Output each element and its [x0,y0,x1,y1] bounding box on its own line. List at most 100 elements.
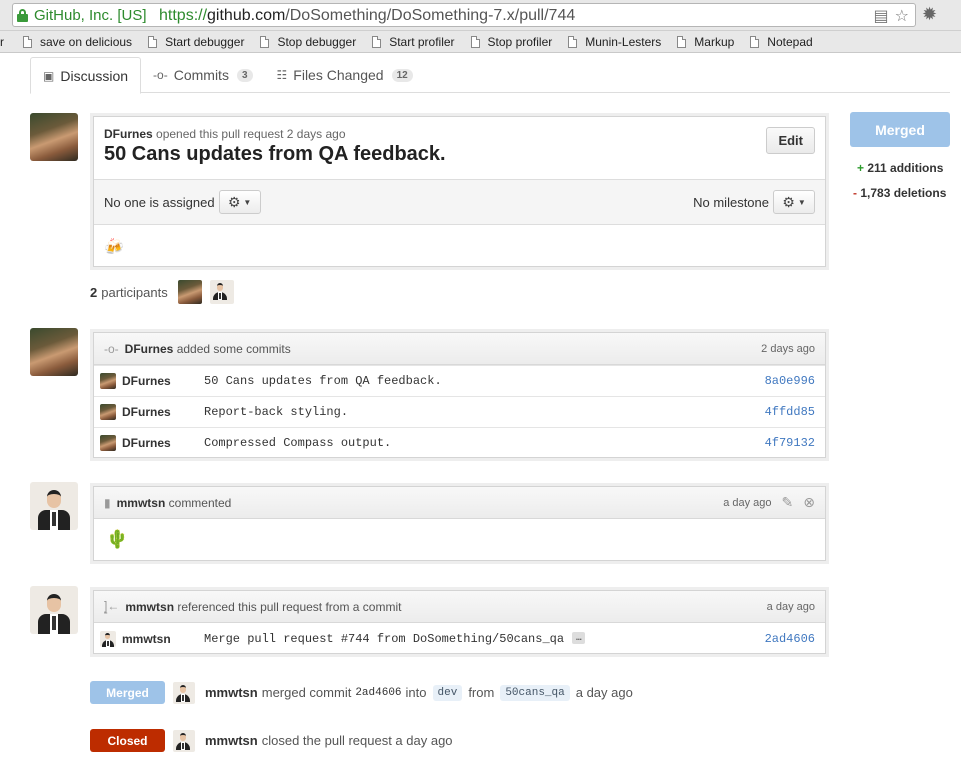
pr-title: 50 Cans updates from QA feedback. [104,143,446,165]
avatar[interactable] [173,729,195,752]
beers-emoji: 🍻 [104,239,124,256]
assignee-text: No one is assigned [104,194,215,210]
participants-count: 2 [90,284,98,300]
cross-reference-icon: ⦌← [104,599,120,613]
close-author[interactable]: mmwtsn [205,733,258,748]
page-icon [260,35,270,48]
commit-message[interactable]: Report-back styling. [204,405,765,419]
bookmark-item[interactable]: Start debugger [148,35,244,49]
avatar[interactable] [30,482,78,530]
comment-box: ▮ mmwtsn commented a day ago ✎ ⊗ 🌵 [93,486,826,561]
ssl-indicator[interactable]: GitHub, Inc. [US] [17,6,147,24]
page-action-icon[interactable]: ▤ [874,6,889,26]
chevron-down-icon: ▼ [243,197,252,207]
gear-icon: ⚙ [227,193,241,210]
star-icon[interactable]: ☆ [895,6,909,26]
target-branch[interactable]: dev [432,684,463,701]
gear-icon: ⚙ [782,193,795,210]
avatar [100,435,116,451]
page-icon [372,35,382,48]
bookmark-item[interactable]: Markup [677,35,734,49]
table-row: DFurnes 50 Cans updates from QA feedback… [94,365,825,396]
commit-message[interactable]: Compressed Compass output. [204,436,765,450]
comment-time[interactable]: a day ago [723,497,771,509]
source-branch[interactable]: 50cans_qa [500,684,570,701]
event-time: 2 days ago [761,342,815,355]
commit-sha-link[interactable]: 8a0e996 [765,374,815,388]
avatar[interactable] [173,681,195,704]
avatar[interactable] [30,113,78,161]
pr-author[interactable]: DFurnes [104,127,153,141]
url-text[interactable]: https://github.com/DoSomething/DoSomethi… [159,7,575,25]
close-event: Closed mmwtsn closed the pull request a … [90,729,453,752]
reference-author[interactable]: mmwtsn [125,600,174,614]
pencil-icon[interactable]: ✎ [782,494,794,511]
lock-icon [17,8,28,22]
ssl-label: GitHub, Inc. [US] [34,6,147,24]
commits-counter: 3 [236,68,253,82]
tab-files-changed[interactable]: ☷ Files Changed 12 [265,57,425,93]
edit-button[interactable]: Edit [766,127,815,154]
bookmark-item[interactable]: Start profiler [372,35,455,49]
avatar[interactable] [177,280,202,304]
avatar[interactable] [209,280,234,304]
page-icon [568,35,578,48]
commits-event-box: -o- DFurnes added some commits 2 days ag… [93,332,826,458]
commit-message: Merge pull request #744 from DoSomething… [204,632,765,646]
merged-state-button[interactable]: Merged [850,112,950,147]
address-bar[interactable]: GitHub, Inc. [US] https://github.com/DoS… [12,3,916,27]
commit-sha-link[interactable]: 4f79132 [765,436,815,450]
extension-bug-icon[interactable]: ✹ [922,4,937,25]
event-author[interactable]: DFurnes [125,342,174,356]
table-row: mmwtsn Merge pull request #744 from DoSo… [94,623,825,654]
comment-author[interactable]: mmwtsn [117,496,166,510]
tab-commits[interactable]: -o- Commits 3 [141,57,264,93]
page-icon [750,35,760,48]
bookmarks-bar: r save on delicious Start debugger Stop … [0,31,961,53]
merge-event: Merged mmwtsn merged commit 2ad4606 into… [90,681,633,704]
avatar[interactable] [30,586,78,634]
additions-stat: + 211 additions [857,161,944,175]
comment-body: 🌵 [94,519,825,560]
merge-author[interactable]: mmwtsn [205,685,258,700]
milestone-gear-button[interactable]: ⚙ ▼ [773,190,815,214]
page-icon [23,35,32,48]
cactus-emoji: 🌵 [106,529,129,549]
tab-discussion[interactable]: ▣ Discussion [30,57,142,94]
assignee-gear-button[interactable]: ⚙ ▼ [218,190,261,214]
commit-sha-link[interactable]: 2ad4606 [765,632,815,646]
comments-icon: ▣ [43,68,55,83]
close-icon[interactable]: ⊗ [803,494,815,511]
merge-commit-sha[interactable]: 2ad4606 [355,687,401,699]
files-counter: 12 [391,68,413,82]
page-icon [470,35,480,48]
reference-box: ⦌← mmwtsn referenced this pull request f… [93,590,826,654]
avatar [100,404,116,420]
bookmark-item[interactable]: Notepad [750,35,813,49]
merged-badge: Merged [90,681,165,704]
commits-event-header: -o- DFurnes added some commits 2 days ag… [94,333,825,365]
bookmark-item[interactable]: r [0,35,7,49]
bookmark-item[interactable]: Stop debugger [260,35,356,49]
avatar [100,630,116,647]
page-icon [677,35,687,48]
commit-message[interactable]: 50 Cans updates from QA feedback. [204,374,765,388]
commit-icon: -o- [153,68,168,82]
bookmark-item[interactable]: Munin-Lesters [568,35,661,49]
closed-badge: Closed [90,729,165,752]
merge-time: a day ago [575,685,633,700]
bookmark-item[interactable]: Stop profiler [470,35,552,49]
pr-meta-row: No one is assigned ⚙ ▼ No milestone ⚙ ▼ [94,179,825,225]
pr-description-box: DFurnes opened this pull request 2 days … [93,116,826,267]
bookmark-item[interactable]: save on delicious [23,35,132,49]
expand-ellipsis-button[interactable]: … [572,632,586,645]
commit-icon: -o- [104,341,119,356]
speech-bubble-icon: ▮ [104,495,111,510]
browser-toolbar: GitHub, Inc. [US] https://github.com/DoS… [0,0,961,31]
avatar[interactable] [30,328,78,376]
milestone-text: No milestone [693,194,769,210]
diff-icon: ☷ [276,68,288,82]
pr-author-line: DFurnes opened this pull request 2 days … [104,127,346,141]
deletions-stat: - 1,783 deletions [853,186,947,200]
commit-sha-link[interactable]: 4ffdd85 [765,405,815,419]
